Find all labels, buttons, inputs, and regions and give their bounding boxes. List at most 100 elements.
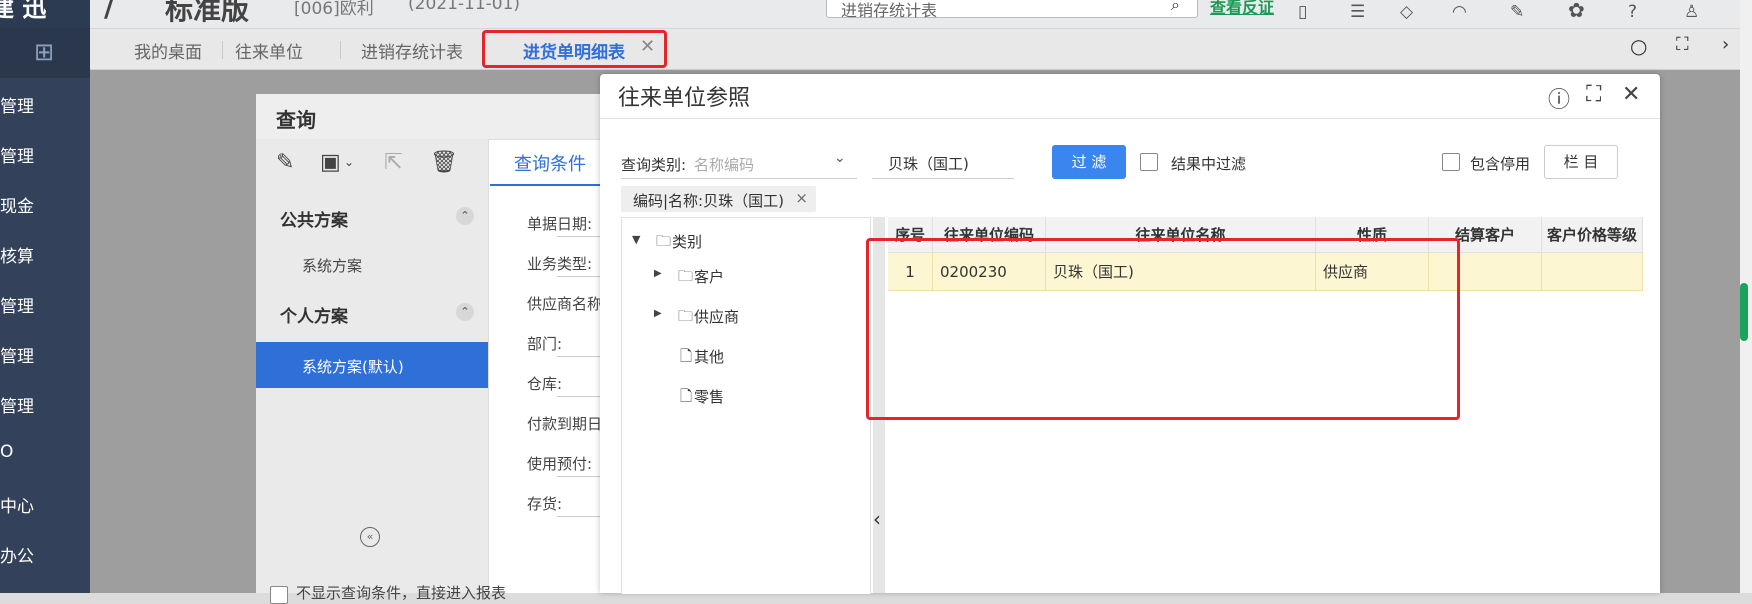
filter-in-results-label: 结果中过滤 xyxy=(1171,155,1247,173)
sidebar-item[interactable]: O xyxy=(0,442,13,462)
query-dialog-title: 查询 xyxy=(276,108,316,132)
sidebar-item[interactable]: 中心 xyxy=(0,492,34,517)
header-link[interactable]: 查看反证 xyxy=(1210,0,1274,18)
field-underline xyxy=(872,178,1014,179)
list-icon[interactable]: ☰ xyxy=(1350,2,1365,22)
field-label: 单据日期: xyxy=(527,215,593,233)
tab-divider xyxy=(340,41,341,59)
partner-dialog-title: 往来单位参照 xyxy=(618,86,751,111)
sidebar-item[interactable]: 现金 xyxy=(0,192,34,217)
highlight-box xyxy=(482,30,667,68)
sidebar: ⊞ 管理 管理 现金 核算 管理 管理 管理 O 中心 办公 xyxy=(0,28,90,593)
tree-node-other[interactable]: 其他 xyxy=(694,346,724,367)
date-label: (2021-11-01) xyxy=(408,0,521,14)
search-value-input[interactable]: 贝珠（国工) xyxy=(888,153,969,174)
columns-button[interactable]: 栏 目 xyxy=(1544,145,1618,179)
message-icon[interactable]: ◇ xyxy=(1400,2,1413,22)
tab-desktop[interactable]: 我的桌面 xyxy=(134,38,202,63)
chevron-down-icon[interactable]: ⌄ xyxy=(834,150,846,166)
save-icon[interactable]: ▣ xyxy=(320,150,341,175)
query-dialog-header: 查询 xyxy=(256,94,656,140)
personal-scheme-header[interactable]: 个人方案 ⌃ xyxy=(256,289,488,337)
close-icon[interactable]: ✕ xyxy=(1622,82,1640,107)
save-dropdown-icon[interactable]: ⌄ xyxy=(344,155,354,169)
collapse-left-icon[interactable]: « xyxy=(360,527,380,547)
collapse-icon[interactable]: ⌃ xyxy=(456,303,474,321)
field-label: 业务类型: xyxy=(527,255,593,273)
edit-icon[interactable]: ✎ xyxy=(276,150,294,175)
collapse-icon[interactable]: ⌃ xyxy=(456,207,474,225)
folder-icon: 🗀 xyxy=(678,267,694,285)
menu-icon[interactable]: / xyxy=(104,0,114,23)
sidebar-item[interactable]: 管理 xyxy=(0,92,34,117)
scheme-item-selected[interactable]: 系统方案(默认) xyxy=(256,342,488,388)
add-icon[interactable]: ⊞ xyxy=(34,38,54,66)
field-label: 部门: xyxy=(527,335,563,353)
remove-chip-icon[interactable]: × xyxy=(795,189,808,207)
scheme-item[interactable]: 系统方案 xyxy=(256,241,488,287)
bell-icon[interactable]: ◠ xyxy=(1452,2,1467,22)
query-type-label: 查询类别: xyxy=(621,156,687,174)
skip-query-checkbox[interactable] xyxy=(270,586,288,604)
dialog-divider xyxy=(600,118,1660,119)
tree-node-customer[interactable]: 客户 xyxy=(694,266,724,287)
query-tab-label: 查询条件 xyxy=(514,154,586,175)
global-search-text: 进销存统计表 xyxy=(841,1,938,20)
expand-icon[interactable]: ▶ xyxy=(654,268,662,279)
expand-icon[interactable]: ▶ xyxy=(654,308,662,319)
column-header[interactable]: 客户价格等级 xyxy=(1542,217,1643,253)
filter-chip: 编码|名称:贝珠（国工) × xyxy=(621,186,816,212)
expand-icon[interactable]: ▼ xyxy=(632,233,640,246)
export-icon[interactable]: ⇱ xyxy=(384,150,402,175)
chevron-left-icon[interactable]: ‹ xyxy=(873,507,881,531)
avatar[interactable]: ✿ xyxy=(1568,0,1585,22)
account-label: [006]欧利 xyxy=(294,0,374,19)
filter-in-results-checkbox[interactable] xyxy=(1140,153,1158,171)
logo-text: 建 迅 xyxy=(0,0,47,22)
edit-icon[interactable]: ✎ xyxy=(1510,2,1524,22)
global-search-input[interactable]: 进销存统计表 ⌕ xyxy=(826,0,1198,20)
filter-button[interactable]: 过 滤 xyxy=(1052,145,1126,179)
scheme-item-label: 系统方案 xyxy=(302,257,363,275)
sidebar-item[interactable]: 办公 xyxy=(0,542,34,567)
page-scroll-thumb[interactable] xyxy=(1740,283,1748,341)
include-disabled-checkbox[interactable] xyxy=(1442,153,1460,171)
filter-chip-text: 编码|名称:贝珠（国工) xyxy=(633,192,784,210)
sidebar-item[interactable]: 管理 xyxy=(0,392,34,417)
tree-node-supplier[interactable]: 供应商 xyxy=(694,306,739,327)
search-icon[interactable]: ⌕ xyxy=(1171,0,1180,15)
maximize-icon[interactable]: ⛶ xyxy=(1586,82,1601,107)
sidebar-item[interactable]: 管理 xyxy=(0,342,34,367)
tree-node-root[interactable]: 类别 xyxy=(672,231,702,252)
doc-icon[interactable]: ▯ xyxy=(1298,2,1307,22)
tab-partners[interactable]: 往来单位 xyxy=(235,38,303,63)
sidebar-item[interactable]: 管理 xyxy=(0,292,34,317)
scheme-panel: 公共方案 ⌃ 系统方案 个人方案 ⌃ 系统方案(默认) « xyxy=(256,139,489,593)
more-tabs-icon[interactable]: › xyxy=(1722,34,1729,55)
tab-inventory-stats[interactable]: 进销存统计表 xyxy=(361,38,463,63)
tab-underline xyxy=(490,184,600,186)
delete-icon[interactable]: 🗑 xyxy=(430,150,458,175)
tree-node-retail[interactable]: 零售 xyxy=(694,386,724,407)
edition-label: 标准版 xyxy=(165,0,250,26)
highlight-box xyxy=(866,238,1460,420)
personal-scheme-label: 个人方案 xyxy=(280,307,348,327)
public-scheme-header[interactable]: 公共方案 ⌃ xyxy=(256,193,488,241)
help-icon[interactable]: ⓘ xyxy=(1548,82,1570,114)
field-label: 仓库: xyxy=(527,375,563,393)
fullscreen-icon[interactable]: ⛶ xyxy=(1676,34,1689,55)
field-label: 存货: xyxy=(527,495,563,513)
brand-logo: 建 迅 xyxy=(0,0,90,28)
sidebar-header: ⊞ xyxy=(0,28,90,78)
scheme-item-label: 系统方案(默认) xyxy=(302,358,404,376)
sidebar-item[interactable]: 核算 xyxy=(0,242,34,267)
sidebar-item[interactable]: 管理 xyxy=(0,142,34,167)
field-label: 供应商名称 xyxy=(527,295,603,313)
search-icon[interactable]: ○ xyxy=(1630,34,1647,58)
help-icon[interactable]: ? xyxy=(1628,2,1637,22)
public-scheme-label: 公共方案 xyxy=(280,211,348,231)
file-icon: 🗋 xyxy=(680,347,693,365)
user-icon[interactable]: ♙ xyxy=(1684,2,1699,22)
query-type-select[interactable]: 名称编码 xyxy=(694,154,754,175)
table-cell[interactable] xyxy=(1542,253,1643,291)
